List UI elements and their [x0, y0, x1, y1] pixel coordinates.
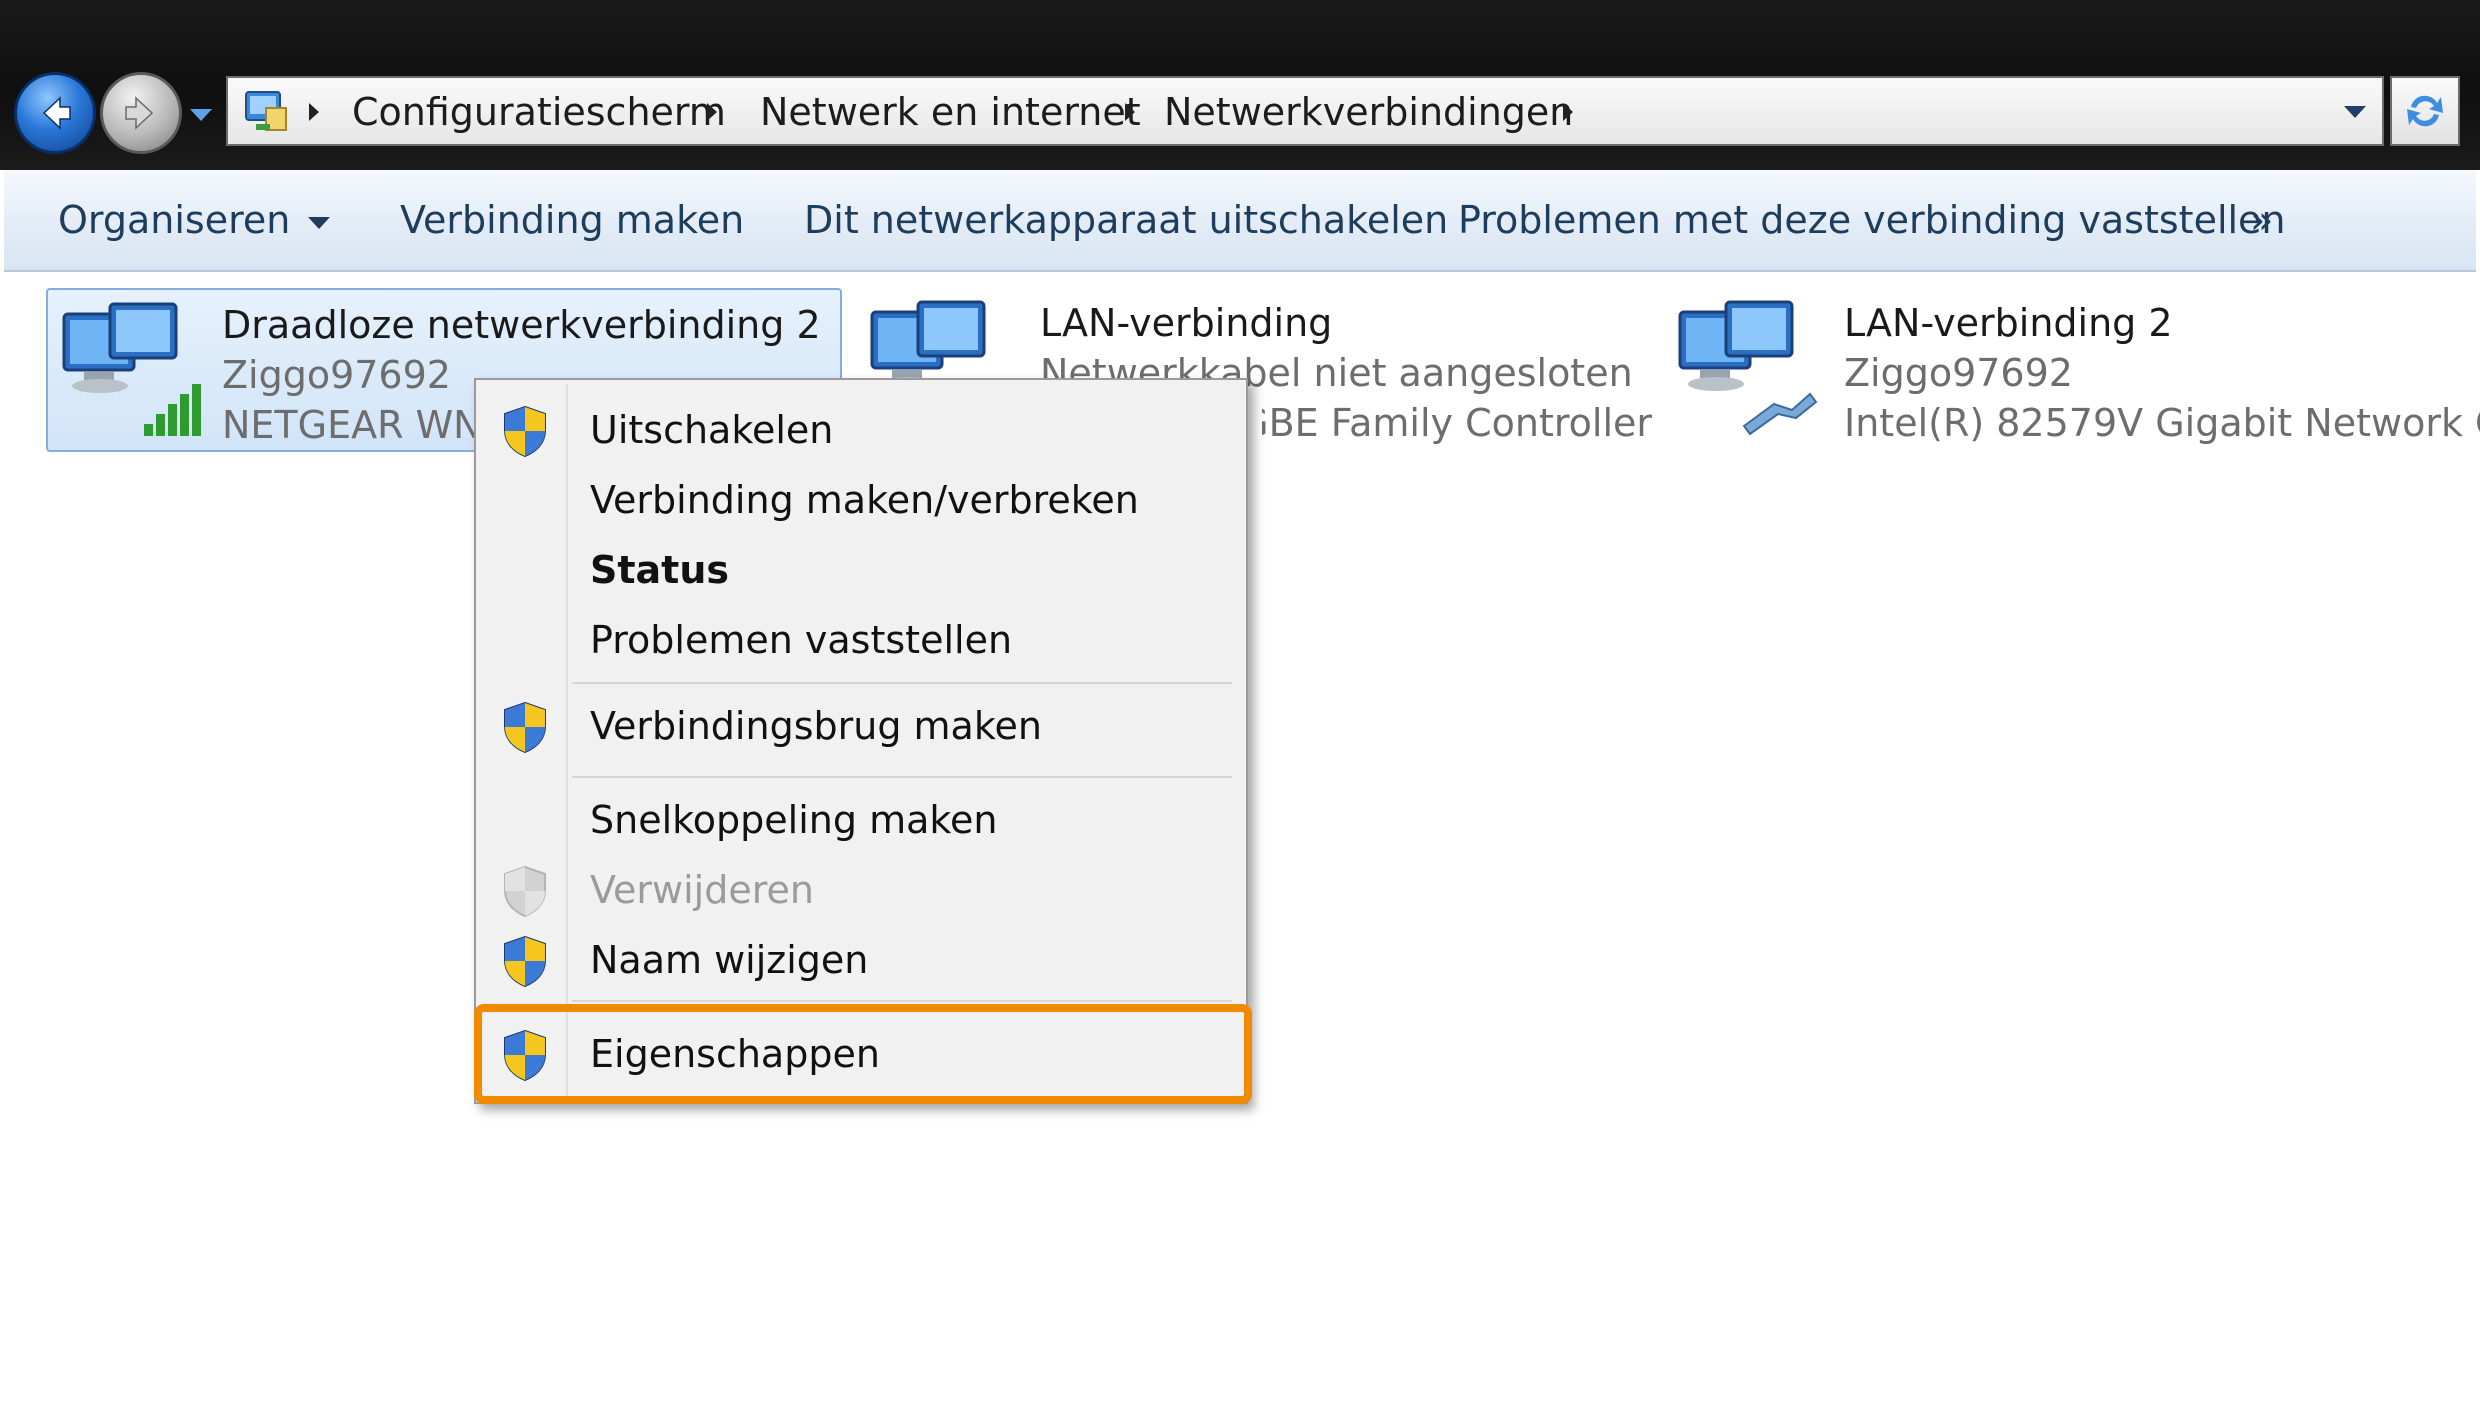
organize-label: Organiseren [58, 198, 291, 242]
back-button[interactable] [14, 72, 96, 154]
menu-separator [572, 1000, 1232, 1002]
uac-shield-icon [504, 1029, 546, 1082]
menu-item-label: Eigenschappen [590, 1032, 880, 1076]
more-commands-button[interactable]: » [2250, 192, 2273, 248]
chevron-right-icon [1563, 103, 1573, 121]
connection-network: Ziggo97692 [222, 353, 451, 397]
chevron-down-icon [2344, 106, 2366, 118]
connection-adapter: Intel(R) 82579V Gigabit Network Connecti… [1262, 401, 1652, 445]
connect-button[interactable]: Verbinding maken [400, 192, 744, 248]
menu-item-label: Problemen vaststellen [590, 618, 1013, 662]
menu-item-label: Verbinding maken/verbreken [590, 478, 1139, 522]
uac-shield-icon [504, 935, 546, 988]
connection-item-lan-2[interactable]: LAN-verbinding 2 Ziggo97692 Intel(R) 825… [1664, 288, 2480, 452]
menu-item-label: Snelkoppeling maken [590, 798, 998, 842]
context-menu: Uitschakelen Verbinding maken/verbreken … [474, 378, 1248, 1104]
breadcrumb-separator[interactable] [1118, 94, 1142, 130]
menu-item-properties[interactable]: Eigenschappen [480, 1020, 1242, 1088]
menu-item-create-shortcut[interactable]: Snelkoppeling maken [480, 786, 1242, 854]
connection-name: Draadloze netwerkverbinding 2 [222, 303, 821, 347]
diagnose-connection-button[interactable]: Problemen met deze verbinding vaststelle… [1458, 192, 2286, 248]
menu-item-delete: Verwijderen [480, 856, 1242, 924]
connection-adapter: NETGEAR WNDA3100v3 N600 Wireless Dual Ba… [222, 403, 512, 447]
chevron-right-icon [707, 103, 717, 121]
disable-device-button[interactable]: Dit netwerkapparaat uitschakelen [804, 192, 1448, 248]
refresh-button[interactable] [2390, 76, 2460, 146]
menu-item-connect-disconnect[interactable]: Verbinding maken/verbreken [480, 466, 1242, 534]
forward-button[interactable] [100, 72, 182, 154]
breadcrumb-separator[interactable] [1556, 94, 1580, 130]
menu-item-label: Uitschakelen [590, 408, 834, 452]
breadcrumb-network-internet[interactable]: Netwerk en internet [760, 87, 1141, 137]
menu-item-rename[interactable]: Naam wijzigen [480, 926, 1242, 994]
address-bar[interactable]: Configuratiescherm Netwerk en internet N… [226, 76, 2384, 146]
breadcrumb-separator[interactable] [700, 94, 724, 130]
connect-label: Verbinding maken [400, 198, 745, 242]
menu-item-label: Status [590, 548, 730, 592]
connection-adapter: Intel(R) 82579V Gigabit Network C... [1844, 401, 2480, 445]
chevron-down-icon [190, 109, 212, 121]
diagnose-connection-label: Problemen met deze verbinding vaststelle… [1458, 198, 2286, 242]
menu-item-bridge[interactable]: Verbindingsbrug maken [480, 692, 1242, 760]
address-history-dropdown[interactable] [2338, 94, 2372, 130]
menu-separator [572, 776, 1232, 778]
chevron-right-icon [309, 103, 319, 121]
menu-item-label: Naam wijzigen [590, 938, 869, 982]
disable-device-label: Dit netwerkapparaat uitschakelen [804, 198, 1449, 242]
breadcrumb-separator[interactable] [302, 94, 326, 130]
more-commands-label: » [2250, 198, 2274, 242]
connection-name: LAN-verbinding [1040, 301, 1333, 345]
connection-network: Ziggo97692 [1844, 351, 2073, 395]
wireless-network-icon [62, 302, 201, 436]
uac-shield-icon [504, 865, 546, 918]
menu-item-diagnose[interactable]: Problemen vaststellen [480, 606, 1242, 674]
menu-item-status[interactable]: Status [480, 536, 1242, 604]
arrow-left-icon [42, 96, 71, 130]
uac-shield-icon [504, 405, 546, 458]
refresh-icon [2407, 95, 2443, 127]
chevron-down-icon [308, 216, 331, 229]
breadcrumb-network-connections[interactable]: Netwerkverbindingen [1164, 87, 1573, 137]
arrow-right-icon [125, 96, 154, 130]
organize-button[interactable]: Organiseren [58, 192, 331, 248]
window-title-bar: Configuratiescherm Netwerk en internet N… [0, 0, 2480, 170]
chevron-right-icon [1125, 103, 1135, 121]
menu-item-label: Verbindingsbrug maken [590, 704, 1042, 748]
connection-name: LAN-verbinding 2 [1844, 301, 2173, 345]
command-bar: Organiseren Verbinding maken Dit netwerk… [4, 170, 2476, 272]
menu-item-disable[interactable]: Uitschakelen [480, 396, 1242, 464]
control-panel-icon [245, 91, 287, 131]
menu-item-label: Verwijderen [590, 868, 814, 912]
breadcrumb-control-panel[interactable]: Configuratiescherm [352, 87, 726, 137]
recent-pages-dropdown[interactable] [186, 100, 216, 130]
menu-separator [572, 682, 1232, 684]
uac-shield-icon [504, 701, 546, 754]
wired-network-connected-icon [1678, 300, 1818, 436]
